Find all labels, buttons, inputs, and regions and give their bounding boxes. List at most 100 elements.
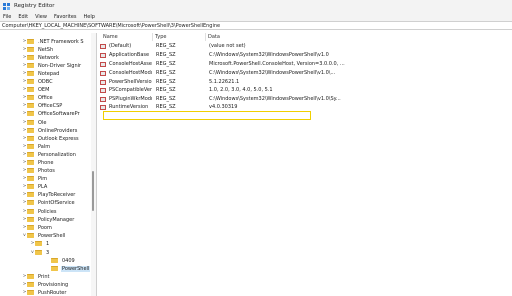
tree-item-label: 0409 bbox=[62, 257, 75, 264]
tree-item-label: PlayToReceiver bbox=[38, 191, 76, 198]
column-header-data[interactable]: Data bbox=[208, 34, 220, 40]
tree-item[interactable]: > OfficeSoftwarePr bbox=[0, 109, 91, 118]
string-value-icon bbox=[100, 71, 106, 76]
registry-value-row[interactable]: ApplicationBase REG_SZ C:\Windows\System32… bbox=[99, 52, 512, 59]
string-value-icon bbox=[100, 88, 106, 93]
value-type: REG_SZ bbox=[156, 43, 176, 49]
registry-editor-icon bbox=[3, 2, 10, 10]
tree-item-label: .NET Framework S bbox=[38, 38, 84, 45]
folder-icon bbox=[27, 192, 34, 197]
value-name: ApplicationBase bbox=[109, 52, 150, 58]
folder-icon bbox=[27, 217, 34, 222]
folder-icon bbox=[35, 241, 42, 246]
window-title: Registry Editor bbox=[14, 3, 55, 9]
tree-item-label: Phone bbox=[38, 159, 54, 166]
tree-item-label: Photos bbox=[38, 167, 55, 174]
folder-icon bbox=[27, 47, 34, 52]
folder-icon bbox=[27, 55, 34, 60]
tree-item-label: Provisioning bbox=[38, 281, 69, 288]
tree-item-label: 3 bbox=[46, 249, 50, 256]
tree-item-label: Non-Driver Signir bbox=[38, 62, 82, 69]
string-value-icon bbox=[100, 97, 106, 102]
tree-item-label: Poom bbox=[38, 224, 52, 231]
folder-icon bbox=[27, 200, 34, 205]
menu-favorites[interactable]: Favorites bbox=[54, 14, 77, 20]
value-type: REG_SZ bbox=[156, 79, 176, 85]
value-name: (Default) bbox=[109, 43, 132, 49]
tree-item-label: PLA bbox=[38, 183, 48, 190]
string-value-icon bbox=[100, 105, 106, 110]
folder-icon bbox=[27, 290, 34, 295]
column-header-name[interactable]: Name bbox=[103, 34, 118, 40]
registry-value-row[interactable]: RuntimeVersion REG_SZ v4.0.30319 bbox=[99, 104, 512, 111]
folder-icon bbox=[27, 184, 34, 189]
folder-icon bbox=[27, 282, 34, 287]
string-value-icon bbox=[100, 80, 106, 85]
folder-icon bbox=[27, 209, 34, 214]
column-header-type[interactable]: Type bbox=[155, 34, 166, 40]
key-tree-pane[interactable]: > .NET Framework S > NetSh > Network > Non-Driv… bbox=[0, 33, 97, 296]
tree-item-label: Notepad bbox=[38, 70, 60, 77]
folder-icon bbox=[27, 95, 34, 100]
tree-item-label: PushRouter bbox=[38, 289, 67, 296]
tree-item-label: Pim bbox=[38, 175, 48, 182]
folder-icon bbox=[27, 136, 34, 141]
tree-item-label: Outlook Express bbox=[38, 135, 79, 142]
tree-item-label: OEM bbox=[38, 86, 50, 93]
value-data: v4.0.30319 bbox=[209, 104, 238, 110]
tree-item[interactable]: > PushRouter bbox=[0, 288, 91, 296]
value-type: REG_SZ bbox=[156, 61, 176, 67]
value-type: REG_SZ bbox=[156, 104, 176, 110]
folder-icon bbox=[35, 250, 42, 255]
tree-item-label: OfficeCSP bbox=[38, 102, 63, 109]
value-name: PSPluginWkrModule... bbox=[109, 96, 152, 102]
menu-edit[interactable]: Edit bbox=[18, 14, 28, 20]
tree-item-label: OnlineProviders bbox=[38, 127, 78, 134]
folder-icon bbox=[27, 128, 34, 133]
value-type: REG_SZ bbox=[156, 70, 176, 76]
menu-help[interactable]: Help bbox=[84, 14, 95, 20]
value-name: ConsoleHostAssembl... bbox=[109, 61, 152, 67]
tree-item-label: Print bbox=[38, 273, 50, 280]
registry-value-row[interactable]: ConsoleHostModule... REG_SZ C:\Windows\Sys… bbox=[99, 70, 512, 77]
tree-item-label: 1 bbox=[46, 240, 50, 247]
value-data: (value not set) bbox=[209, 43, 246, 49]
column-divider[interactable] bbox=[152, 33, 153, 41]
tree-scrollbar-thumb[interactable] bbox=[92, 171, 94, 211]
tree-item-label: PowerShell bbox=[38, 232, 66, 239]
folder-icon bbox=[51, 258, 58, 263]
title-bar: Registry Editor bbox=[0, 0, 512, 12]
folder-icon bbox=[27, 225, 34, 230]
folder-icon bbox=[27, 144, 34, 149]
tree-item-label: PowerShell bbox=[61, 265, 91, 272]
string-value-icon bbox=[100, 53, 106, 58]
menu-file[interactable]: File bbox=[3, 14, 11, 20]
registry-value-row[interactable]: PSCompatibleVersion REG_SZ 1.0, 2.0, 3.0, … bbox=[99, 87, 512, 94]
menu-view[interactable]: View bbox=[35, 14, 47, 20]
value-type: REG_SZ bbox=[156, 96, 176, 102]
column-divider[interactable] bbox=[205, 33, 206, 41]
registry-value-row[interactable]: PSPluginWkrModule... REG_SZ C:\Windows\Sys… bbox=[99, 96, 512, 103]
folder-icon bbox=[27, 63, 34, 68]
value-type: REG_SZ bbox=[156, 52, 176, 58]
address-bar[interactable]: Computer\HKEY_LOCAL_MACHINE\SOFTWARE\Mic… bbox=[0, 21, 512, 30]
tree-scrollbar[interactable] bbox=[91, 33, 96, 296]
registry-value-row[interactable]: PowerShellVersion REG_SZ 5.1.22621.1 bbox=[99, 79, 512, 86]
column-header-row: Name Type Data bbox=[99, 33, 512, 42]
tree-item-label: ODBC bbox=[38, 78, 53, 85]
folder-icon bbox=[27, 103, 34, 108]
menu-bar: File Edit View Favorites Help bbox=[0, 12, 512, 21]
registry-value-row[interactable]: (Default) REG_SZ (value not set) bbox=[99, 43, 512, 50]
tree-item[interactable]: >1 bbox=[0, 239, 91, 248]
folder-icon bbox=[27, 87, 34, 92]
value-data: 1.0, 2.0, 3.0, 4.0, 5.0, 5.1 bbox=[209, 87, 273, 93]
registry-value-row[interactable]: ConsoleHostAssembl... REG_SZ Microsoft.Pow… bbox=[99, 61, 512, 68]
folder-icon bbox=[27, 233, 34, 238]
tree-item-label: PointOfService bbox=[38, 199, 75, 206]
folder-icon bbox=[27, 120, 34, 125]
folder-icon bbox=[27, 79, 34, 84]
string-value-icon bbox=[100, 44, 106, 49]
selection-highlight bbox=[103, 111, 311, 120]
tree-item[interactable]: > PointOfService bbox=[0, 198, 91, 207]
value-name: PSCompatibleVersion bbox=[109, 87, 152, 93]
